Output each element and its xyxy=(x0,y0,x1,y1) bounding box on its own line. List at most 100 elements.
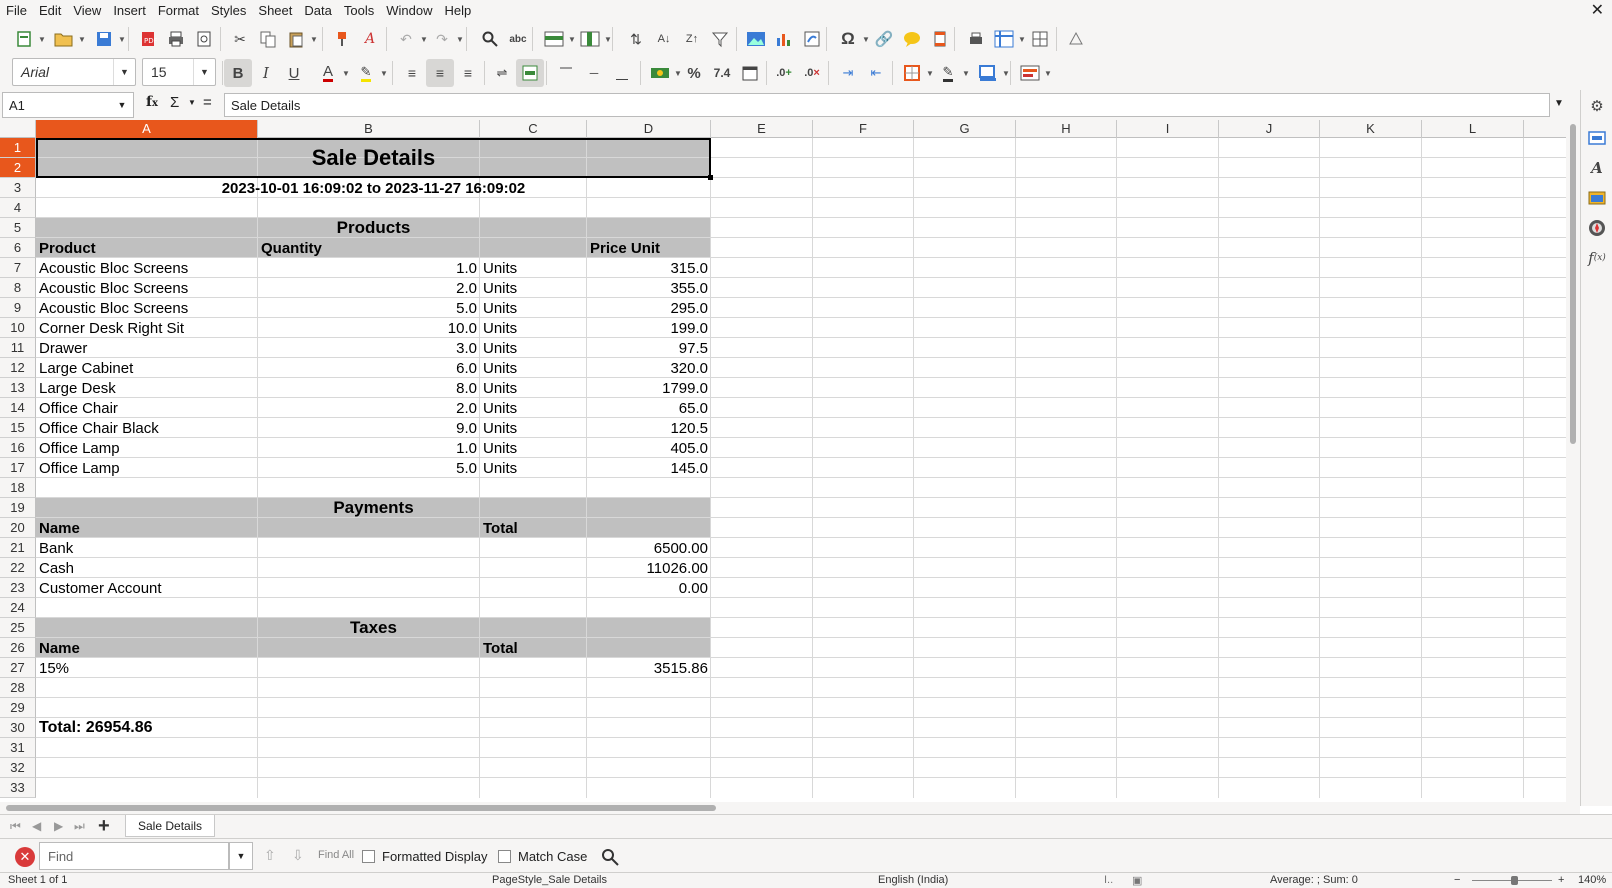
row-header-16[interactable]: 16 xyxy=(0,438,36,458)
print-preview-icon[interactable] xyxy=(192,27,216,51)
row-header-6[interactable]: 6 xyxy=(0,238,36,258)
row-header-12[interactable]: 12 xyxy=(0,358,36,378)
special-character-icon[interactable]: Ω xyxy=(836,27,860,51)
zoom-out-icon[interactable]: − xyxy=(1454,874,1460,886)
previous-sheet-icon[interactable]: ◀ xyxy=(32,819,41,833)
row-header-4[interactable]: 4 xyxy=(0,198,36,218)
expand-formula-bar-icon[interactable]: ▼ xyxy=(1554,98,1564,109)
product-quantity-cell[interactable]: 1.0 xyxy=(258,438,480,458)
product-price-cell[interactable]: 65.0 xyxy=(587,398,711,418)
autofilter-icon[interactable] xyxy=(708,27,732,51)
product-unit-cell[interactable]: Units xyxy=(480,298,587,318)
border-color-dropdown-icon[interactable]: ▼ xyxy=(1002,61,1010,85)
borders-dropdown-icon[interactable]: ▼ xyxy=(926,61,934,85)
row-header-7[interactable]: 7 xyxy=(0,258,36,278)
language-text[interactable]: English (India) xyxy=(878,874,948,886)
payment-name-cell[interactable]: Bank xyxy=(36,538,480,558)
product-name-cell[interactable]: Acoustic Bloc Screens xyxy=(36,278,258,298)
product-name-cell[interactable]: Large Cabinet xyxy=(36,358,258,378)
currency-format-dropdown-icon[interactable]: ▼ xyxy=(674,61,682,85)
column-header-j[interactable]: J xyxy=(1219,120,1320,138)
row-header-2[interactable]: 2 xyxy=(0,158,36,178)
row-header-32[interactable]: 32 xyxy=(0,758,36,778)
undo-icon[interactable]: ↶ xyxy=(394,27,418,51)
decrease-indent-icon[interactable]: ⇤ xyxy=(864,61,888,85)
quantity-column-header[interactable]: Quantity xyxy=(258,238,480,258)
hyperlink-icon[interactable]: 🔗 xyxy=(872,27,896,51)
column-header-c[interactable]: C xyxy=(480,120,587,138)
row-header-26[interactable]: 26 xyxy=(0,638,36,658)
date-range-cell[interactable]: 2023-10-01 16:09:02 to 2023-11-27 16:09:… xyxy=(36,178,711,198)
row-header-13[interactable]: 13 xyxy=(0,378,36,398)
sort-ascending-icon[interactable]: A↓ xyxy=(652,27,676,51)
border-style-icon[interactable]: ✎ xyxy=(936,61,960,85)
payment-name-cell[interactable]: Customer Account xyxy=(36,578,480,598)
functions-icon[interactable]: f (x) xyxy=(1585,246,1609,270)
product-quantity-cell[interactable]: 5.0 xyxy=(258,298,480,318)
delete-decimal-place-icon[interactable]: .0× xyxy=(800,61,824,85)
product-quantity-cell[interactable]: 10.0 xyxy=(258,318,480,338)
headers-footers-icon[interactable] xyxy=(928,27,952,51)
align-center-icon[interactable]: ≡ xyxy=(426,59,454,87)
product-name-cell[interactable]: Acoustic Bloc Screens xyxy=(36,298,258,318)
find-input[interactable]: Find xyxy=(39,842,229,870)
column-header-a[interactable]: A xyxy=(36,120,258,138)
product-name-cell[interactable]: Large Desk xyxy=(36,378,258,398)
currency-format-icon[interactable] xyxy=(648,61,672,85)
copy-icon[interactable] xyxy=(256,27,280,51)
price-unit-column-header[interactable]: Price Unit xyxy=(587,238,711,258)
payment-total-cell[interactable]: 11026.00 xyxy=(480,558,711,578)
redo-icon[interactable]: ↷ xyxy=(430,27,454,51)
split-window-icon[interactable] xyxy=(1028,27,1052,51)
menu-styles[interactable]: Styles xyxy=(205,0,252,22)
print-icon[interactable] xyxy=(164,27,188,51)
product-quantity-cell[interactable]: 2.0 xyxy=(258,398,480,418)
row-header-11[interactable]: 11 xyxy=(0,338,36,358)
payments-section-header[interactable]: Payments xyxy=(36,498,711,518)
zoom-level-text[interactable]: 140% xyxy=(1578,874,1606,886)
border-color-icon[interactable] xyxy=(976,61,1000,85)
row-header-30[interactable]: 30 xyxy=(0,718,36,738)
product-unit-cell[interactable]: Units xyxy=(480,398,587,418)
add-decimal-place-icon[interactable]: .0+ xyxy=(772,61,796,85)
product-quantity-cell[interactable]: 1.0 xyxy=(258,258,480,278)
products-section-header[interactable]: Products xyxy=(36,218,711,238)
column-header-b[interactable]: B xyxy=(258,120,480,138)
center-vertically-icon[interactable]: ─ xyxy=(582,61,606,85)
horizontal-scrollbar[interactable] xyxy=(0,802,1580,814)
payment-name-column-header[interactable]: Name xyxy=(36,518,480,538)
page-style-text[interactable]: PageStyle_Sale Details xyxy=(492,874,607,886)
column-header-e[interactable]: E xyxy=(711,120,813,138)
product-name-cell[interactable]: Office Chair Black xyxy=(36,418,258,438)
align-top-icon[interactable]: ⎺ xyxy=(554,61,578,85)
find-next-icon[interactable]: ⇩ xyxy=(292,847,304,864)
sum-icon[interactable]: Σ xyxy=(170,94,179,111)
product-price-cell[interactable]: 97.5 xyxy=(587,338,711,358)
align-right-icon[interactable]: ≡ xyxy=(456,61,480,85)
properties-icon[interactable] xyxy=(1585,126,1609,150)
row-header-10[interactable]: 10 xyxy=(0,318,36,338)
date-format-icon[interactable] xyxy=(738,61,762,85)
paste-icon[interactable] xyxy=(284,27,308,51)
product-price-cell[interactable]: 405.0 xyxy=(587,438,711,458)
conditional-format-icon[interactable] xyxy=(1018,61,1042,85)
product-name-cell[interactable]: Office Chair xyxy=(36,398,258,418)
product-price-cell[interactable]: 320.0 xyxy=(587,358,711,378)
highlight-color-dropdown-icon[interactable]: ▼ xyxy=(380,61,388,85)
product-price-cell[interactable]: 199.0 xyxy=(587,318,711,338)
product-name-cell[interactable]: Acoustic Bloc Screens xyxy=(36,258,258,278)
align-left-icon[interactable]: ≡ xyxy=(400,61,424,85)
row-header-22[interactable]: 22 xyxy=(0,558,36,578)
product-unit-cell[interactable]: Units xyxy=(480,338,587,358)
italic-icon[interactable]: I xyxy=(254,61,278,85)
tax-name-cell[interactable]: 15% xyxy=(36,658,480,678)
zoom-in-icon[interactable]: + xyxy=(1558,874,1564,886)
menu-window[interactable]: Window xyxy=(380,0,438,22)
formula-equals-icon[interactable]: = xyxy=(203,94,212,111)
tax-name-column-header[interactable]: Name xyxy=(36,638,480,658)
grand-total-cell[interactable]: Total: 26954.86 xyxy=(36,718,480,738)
sum-dropdown-icon[interactable]: ▼ xyxy=(188,98,196,107)
next-sheet-icon[interactable]: ▶ xyxy=(54,819,63,833)
row-header-8[interactable]: 8 xyxy=(0,278,36,298)
find-previous-icon[interactable]: ⇧ xyxy=(264,847,276,864)
